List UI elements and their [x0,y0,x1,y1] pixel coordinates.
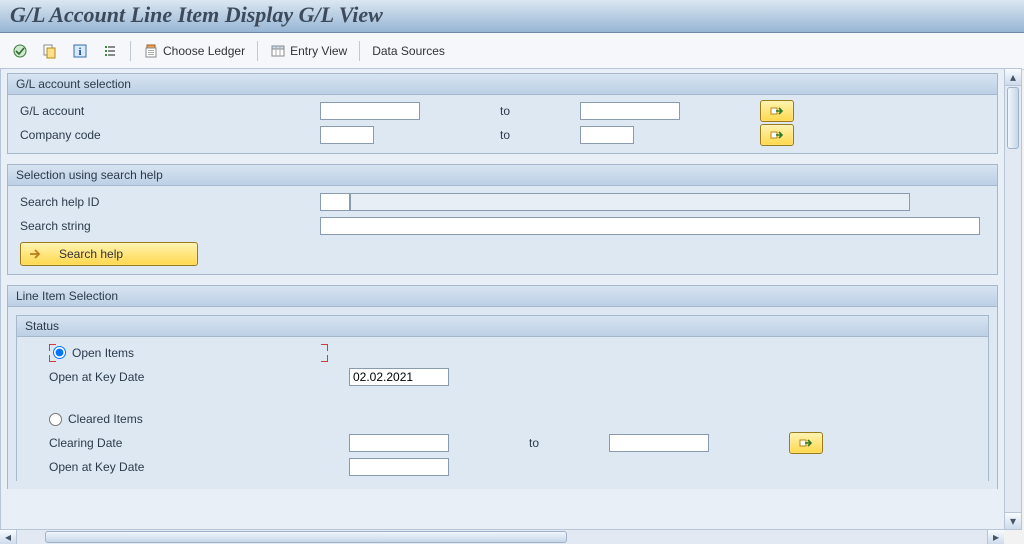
selection-button[interactable] [98,41,122,61]
arrow-right-icon [769,127,785,143]
arrow-right-icon [798,435,814,451]
group-search-help: Selection using search help Search help … [7,164,998,275]
cleared-items-radio-input[interactable] [49,413,62,426]
entry-view-label: Entry View [290,44,347,58]
clearing-date-label: Clearing Date [25,436,349,450]
get-variant-button[interactable] [38,41,62,61]
to-label: to [529,436,609,450]
clearing-date-multiple-selection-button[interactable] [789,432,823,454]
arrow-right-icon [769,103,785,119]
to-label: to [500,104,580,118]
scroll-thumb[interactable] [45,531,567,543]
toolbar-separator [130,41,131,61]
company-code-label: Company code [16,128,320,142]
application-toolbar: i Choose Ledger Entry View Data Sources [0,33,1024,70]
focus-indicator: Open Items [49,344,138,362]
title-bar: G/L Account Line Item Display G/L View [0,0,1024,33]
selection-screen: G/L account selection G/L account to Com… [0,68,1004,530]
subgroup-status: Status Open Items [16,315,989,481]
open-key-date-input[interactable] [349,368,449,386]
search-help-id-label: Search help ID [16,195,320,209]
variant-icon [42,43,58,59]
cleared-items-radio[interactable]: Cleared Items [49,412,349,426]
search-help-id-flag-input[interactable] [320,193,350,211]
company-code-multiple-selection-button[interactable] [760,124,794,146]
search-string-label: Search string [16,219,320,233]
scroll-right-button[interactable]: ▸ [988,530,1004,544]
gl-account-low-input[interactable] [320,102,420,120]
horizontal-scrollbar[interactable]: ◂ ▸ [0,529,1004,544]
info-icon: i [72,43,88,59]
search-string-input[interactable] [320,217,980,235]
data-sources-button[interactable]: Data Sources [368,42,449,60]
open-items-radio[interactable]: Open Items [53,346,134,360]
ledger-icon [143,43,159,59]
scroll-left-button[interactable]: ◂ [0,530,16,544]
scroll-up-button[interactable]: ▴ [1005,69,1021,86]
cleared-key-date-label: Open at Key Date [25,460,349,474]
page-title: G/L Account Line Item Display G/L View [10,2,1014,28]
search-help-button[interactable]: Search help [20,242,198,266]
company-code-high-input[interactable] [580,126,634,144]
gl-account-label: G/L account [16,104,320,118]
group-gl-account-selection: G/L account selection G/L account to Com… [7,73,998,154]
clearing-date-high-input[interactable] [609,434,709,452]
scroll-track[interactable] [16,530,988,544]
cleared-items-label: Cleared Items [68,412,143,426]
info-button[interactable]: i [68,41,92,61]
scroll-thumb[interactable] [1007,87,1019,149]
to-label: to [500,128,580,142]
gl-account-high-input[interactable] [580,102,680,120]
execute-icon [12,43,28,59]
search-help-button-label: Search help [59,247,123,261]
group-line-item-selection: Line Item Selection Status Open Items [7,285,998,489]
arrow-right-icon [27,246,43,262]
entry-view-button[interactable]: Entry View [266,41,351,61]
group-title: Line Item Selection [8,286,997,307]
choose-ledger-label: Choose Ledger [163,44,245,58]
svg-text:i: i [78,46,81,58]
toolbar-separator [257,41,258,61]
clearing-date-low-input[interactable] [349,434,449,452]
group-title: G/L account selection [8,74,997,95]
gl-account-multiple-selection-button[interactable] [760,100,794,122]
toolbar-separator [359,41,360,61]
group-title: Status [17,316,988,337]
scroll-down-button[interactable]: ▾ [1005,512,1021,529]
list-icon [102,43,118,59]
open-key-date-label: Open at Key Date [25,370,349,384]
cleared-key-date-input[interactable] [349,458,449,476]
execute-button[interactable] [8,41,32,61]
group-title: Selection using search help [8,165,997,186]
open-items-label: Open Items [72,346,134,360]
choose-ledger-button[interactable]: Choose Ledger [139,41,249,61]
search-help-id-input[interactable] [350,193,910,211]
entry-view-icon [270,43,286,59]
company-code-low-input[interactable] [320,126,374,144]
vertical-scrollbar[interactable]: ▴ ▾ [1004,68,1022,530]
data-sources-label: Data Sources [372,44,445,58]
